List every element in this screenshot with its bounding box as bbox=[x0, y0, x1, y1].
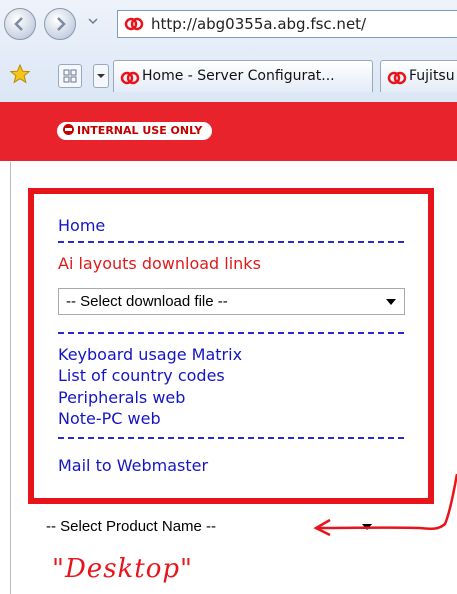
browser-chrome: http://abg0355a.abg.fsc.net/ Home - Serv… bbox=[0, 0, 457, 102]
quick-tabs-button[interactable] bbox=[58, 64, 82, 88]
annotation-note: "Desktop" bbox=[52, 554, 193, 584]
address-bar[interactable]: http://abg0355a.abg.fsc.net/ bbox=[117, 10, 457, 38]
site-icon bbox=[387, 71, 407, 85]
tab-label: Fujitsu bbox=[409, 68, 455, 84]
page-content: INTERNAL USE ONLY Home Ai layouts downlo… bbox=[0, 102, 457, 594]
back-button[interactable] bbox=[4, 8, 36, 40]
site-icon bbox=[124, 17, 144, 31]
history-dropdown-icon[interactable] bbox=[86, 14, 100, 28]
tab-home[interactable]: Home - Server Configurat... bbox=[113, 60, 373, 92]
forward-button[interactable] bbox=[44, 8, 76, 40]
chevron-down-icon bbox=[97, 74, 105, 78]
tab-fujitsu[interactable]: Fujitsu bbox=[380, 60, 457, 92]
tab-bar: Home - Server Configurat... Fujitsu bbox=[0, 58, 457, 98]
forward-arrow-icon bbox=[57, 17, 66, 31]
back-arrow-icon bbox=[14, 17, 23, 31]
quick-tabs-icon bbox=[63, 69, 77, 83]
tab-list-dropdown[interactable] bbox=[93, 64, 109, 88]
annotation-arrow bbox=[313, 473, 457, 537]
url-text[interactable]: http://abg0355a.abg.fsc.net/ bbox=[151, 15, 366, 33]
favorites-star-icon[interactable] bbox=[9, 63, 31, 85]
site-icon bbox=[120, 71, 140, 85]
tab-label: Home - Server Configurat... bbox=[142, 68, 335, 84]
